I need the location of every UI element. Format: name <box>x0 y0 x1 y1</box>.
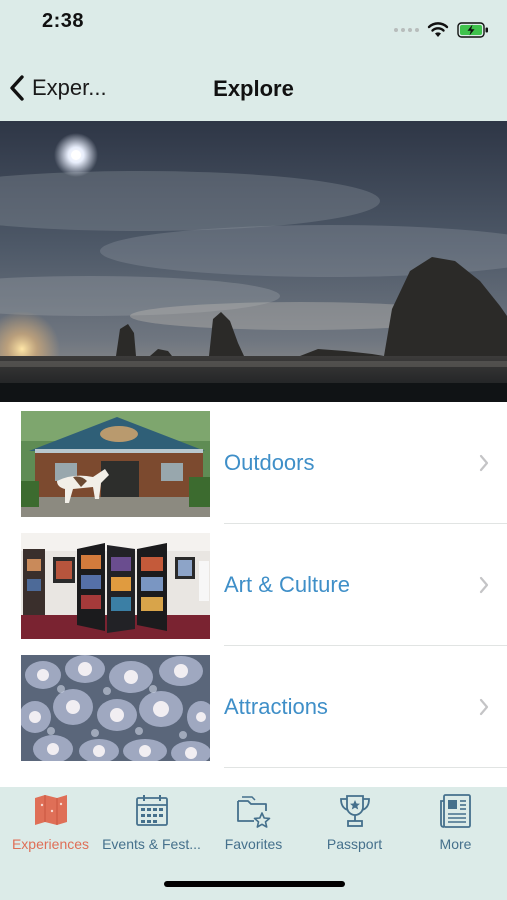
list-item-attractions[interactable]: Attractions <box>0 646 507 768</box>
tab-experiences[interactable]: Experiences <box>0 787 101 857</box>
hero-image <box>0 121 507 402</box>
trophy-icon <box>339 795 370 827</box>
tab-favorites[interactable]: Favorites <box>203 787 304 857</box>
chevron-right-icon <box>479 576 489 594</box>
calendar-icon <box>135 795 168 826</box>
map-icon <box>34 795 67 825</box>
chevron-left-icon <box>10 75 24 101</box>
tab-label: Passport <box>326 836 383 852</box>
outdoors-thumbnail <box>21 411 210 517</box>
category-label: Attractions <box>224 694 328 719</box>
back-label: Exper... <box>32 75 107 100</box>
tab-label: Experiences <box>11 836 90 852</box>
row-divider <box>224 767 507 768</box>
top-header: 2:38 Exper... Explore <box>0 0 507 121</box>
status-time: 2:38 <box>42 10 85 32</box>
home-indicator[interactable] <box>164 881 345 887</box>
battery-charging-icon <box>457 22 488 38</box>
attractions-thumbnail <box>21 655 210 761</box>
favorites-folder-icon <box>236 796 270 828</box>
wifi-icon <box>427 22 449 37</box>
list-item-outdoors[interactable]: Outdoors <box>0 402 507 524</box>
news-icon <box>439 794 471 828</box>
tab-label: Events & Fest... <box>102 836 201 852</box>
status-indicators <box>394 22 489 38</box>
tab-label: More <box>439 836 472 852</box>
art-culture-thumbnail <box>21 533 210 639</box>
category-label: Art & Culture <box>224 572 350 597</box>
list-item-art-culture[interactable]: Art & Culture <box>0 524 507 646</box>
chevron-right-icon <box>479 454 489 472</box>
tab-bar: Experiences Events & Fest... Favorites P… <box>0 787 507 900</box>
tab-more[interactable]: More <box>405 787 506 857</box>
tab-label: Favorites <box>224 836 283 852</box>
chevron-right-icon <box>479 698 489 716</box>
category-label: Outdoors <box>224 450 315 475</box>
tab-passport[interactable]: Passport <box>304 787 405 857</box>
back-button[interactable]: Exper... <box>8 74 107 102</box>
tab-events[interactable]: Events & Fest... <box>101 787 202 857</box>
cellular-signal-icon <box>394 28 419 32</box>
category-list: Outdoors Art & Culture Attractions <box>0 402 507 768</box>
